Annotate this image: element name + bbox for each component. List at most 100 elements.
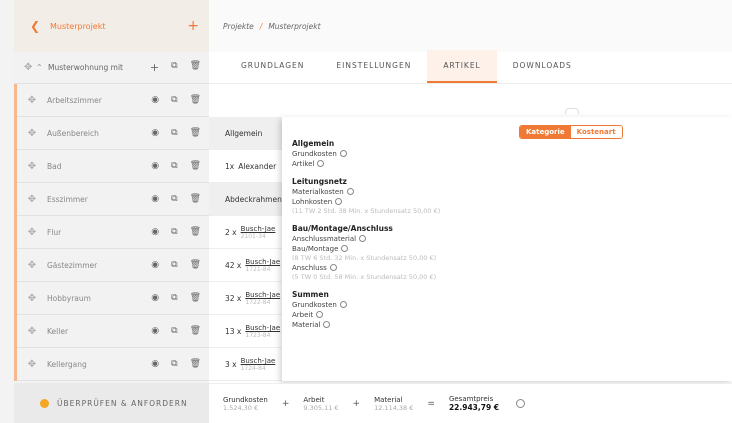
move-icon[interactable]: ✥ <box>17 194 47 205</box>
plus-icon[interactable]: + <box>187 18 199 34</box>
tab-artikel[interactable]: ARTIKEL <box>427 50 497 83</box>
move-icon[interactable]: ✥ <box>17 128 47 139</box>
info-icon[interactable] <box>323 321 331 328</box>
trash-icon[interactable]: 🗑 <box>190 194 201 204</box>
chevron-left-icon[interactable]: ❮ <box>30 19 50 33</box>
room-row[interactable]: ✥ Gästezimmer ◉ ⧉ 🗑 <box>17 249 209 282</box>
info-icon[interactable] <box>329 264 337 271</box>
trash-icon[interactable]: 🗑 <box>190 359 201 369</box>
trash-icon[interactable]: 🗑 <box>190 293 201 303</box>
cost-label: Anschlussmaterial <box>292 235 357 243</box>
trash-icon[interactable]: 🗑 <box>190 61 201 74</box>
copy-icon[interactable]: ⧉ <box>171 161 177 171</box>
info-icon[interactable] <box>341 245 349 252</box>
table-row[interactable]: 13 x Busch-Jae 1723-84 <box>209 315 289 348</box>
move-icon[interactable]: ✥ <box>17 227 47 238</box>
trash-icon[interactable]: 🗑 <box>190 161 201 171</box>
row-name[interactable]: Busch-Jae <box>241 225 276 233</box>
move-icon[interactable]: ✥ <box>17 293 47 304</box>
eye-icon[interactable]: ◉ <box>151 95 159 105</box>
table-row[interactable]: 3 x Busch-Jae 1724-84 <box>209 348 289 381</box>
section-allgemein: Allgemein Grundkosten Artikel <box>292 139 732 169</box>
status-dot-icon <box>40 398 49 408</box>
trash-icon[interactable]: 🗑 <box>190 227 201 237</box>
plus-icon[interactable]: + <box>150 61 159 74</box>
cost-label: Bau/Montage <box>292 245 339 253</box>
trash-icon[interactable]: 🗑 <box>190 128 201 138</box>
toggle-kategorie[interactable]: Kategorie <box>520 126 571 138</box>
table-row[interactable]: 1x Alexander <box>209 150 289 183</box>
move-icon[interactable]: ✥ <box>17 161 47 172</box>
eye-icon[interactable]: ◉ <box>151 359 159 369</box>
room-row[interactable]: ✥ Hobbyraum ◉ ⧉ 🗑 <box>17 282 209 315</box>
room-row[interactable]: ✥ Außenbereich ◉ ⧉ 🗑 <box>17 117 209 150</box>
cost-label: Lohnkosten <box>292 198 333 206</box>
tab-grundlagen[interactable]: GRUNDLAGEN <box>225 61 320 83</box>
eye-icon[interactable]: ◉ <box>151 293 159 303</box>
chevron-up-icon[interactable]: ⌃ <box>36 63 48 72</box>
table-row[interactable]: 2 x Busch-Jae 2101-34 <box>209 216 289 249</box>
eye-icon[interactable]: ◉ <box>151 326 159 336</box>
eye-icon[interactable]: ◉ <box>151 260 159 270</box>
move-icon[interactable]: ✥ <box>17 359 47 370</box>
info-icon[interactable] <box>346 188 354 195</box>
move-icon[interactable]: ✥ <box>17 326 47 337</box>
row-sub: 2101-34 <box>240 233 266 240</box>
tab-downloads[interactable]: DOWNLOADS <box>497 61 588 83</box>
info-icon[interactable] <box>335 198 343 205</box>
room-row[interactable]: ✥ Flur ◉ ⧉ 🗑 <box>17 216 209 249</box>
trash-icon[interactable]: 🗑 <box>190 260 201 270</box>
tab-bar: GRUNDLAGEN EINSTELLUNGEN ARTIKEL DOWNLOA… <box>209 50 732 84</box>
copy-icon[interactable]: ⧉ <box>171 128 177 138</box>
copy-icon[interactable]: ⧉ <box>171 260 177 270</box>
trash-icon[interactable]: 🗑 <box>190 326 201 336</box>
info-icon[interactable] <box>339 301 347 308</box>
table-row[interactable]: 32 x Busch-Jae 1722-84 <box>209 282 289 315</box>
row-name[interactable]: Busch-Jae <box>245 258 280 266</box>
review-request-button[interactable]: ÜBERPRÜFEN & ANFORDERN <box>14 383 209 423</box>
copy-icon[interactable]: ⧉ <box>171 227 177 237</box>
info-icon[interactable] <box>316 311 324 318</box>
table-row[interactable]: 42 x Busch-Jae 1721-84 <box>209 249 289 282</box>
row-name[interactable]: Busch-Jae <box>245 291 280 299</box>
trash-icon[interactable]: 🗑 <box>190 95 201 105</box>
row-sub: 1724-84 <box>240 365 266 372</box>
move-icon[interactable]: ✥ <box>24 62 36 73</box>
summary-value: 1.524,30 € <box>223 403 259 412</box>
row-qty: 3 x <box>225 359 237 369</box>
breadcrumb-separator: / <box>259 21 263 31</box>
info-icon[interactable] <box>359 235 367 242</box>
room-row[interactable]: ✥ Kellergang ◉ ⧉ 🗑 <box>17 348 209 381</box>
copy-icon[interactable]: ⧉ <box>171 61 177 74</box>
info-icon[interactable] <box>339 150 347 157</box>
copy-icon[interactable]: ⧉ <box>171 95 177 105</box>
copy-icon[interactable]: ⧉ <box>171 326 177 336</box>
info-icon[interactable] <box>317 160 325 167</box>
move-icon[interactable]: ✥ <box>17 260 47 271</box>
eye-icon[interactable]: ◉ <box>151 194 159 204</box>
row-name[interactable]: Busch-Jae <box>241 357 276 365</box>
summary-label: Arbeit <box>303 395 325 404</box>
eye-icon[interactable]: ◉ <box>151 227 159 237</box>
chevron-toggle-icon[interactable] <box>565 108 579 114</box>
tab-einstellungen[interactable]: EINSTELLUNGEN <box>320 61 427 83</box>
cost-label: Grundkosten <box>292 150 337 158</box>
breadcrumb-root[interactable]: Projekte <box>223 22 254 31</box>
summary-gesamtpreis: Gesamtpreis 22.943,79 € <box>449 395 499 412</box>
eye-icon[interactable]: ◉ <box>151 161 159 171</box>
room-row[interactable]: ✥ Bad ◉ ⧉ 🗑 <box>17 150 209 183</box>
row-name[interactable]: Busch-Jae <box>245 324 280 332</box>
toggle-kostenart[interactable]: Kostenart <box>570 126 622 138</box>
copy-icon[interactable]: ⧉ <box>171 359 177 369</box>
copy-icon[interactable]: ⧉ <box>171 293 177 303</box>
eye-icon[interactable]: ◉ <box>151 128 159 138</box>
info-icon[interactable] <box>516 399 525 408</box>
copy-icon[interactable]: ⧉ <box>171 194 177 204</box>
room-row[interactable]: ✥ Arbeitszimmer ◉ ⧉ 🗑 <box>17 84 209 117</box>
sidebar-apartment-row[interactable]: ✥ ⌃ Musterwohnung mit + ⧉ 🗑 <box>14 52 209 84</box>
summary-label: Material <box>374 395 403 404</box>
move-icon[interactable]: ✥ <box>17 95 47 106</box>
room-row[interactable]: ✥ Esszimmer ◉ ⧉ 🗑 <box>17 183 209 216</box>
room-row[interactable]: ✥ Keller ◉ ⧉ 🗑 <box>17 315 209 348</box>
row-name: Alexander <box>238 161 277 171</box>
